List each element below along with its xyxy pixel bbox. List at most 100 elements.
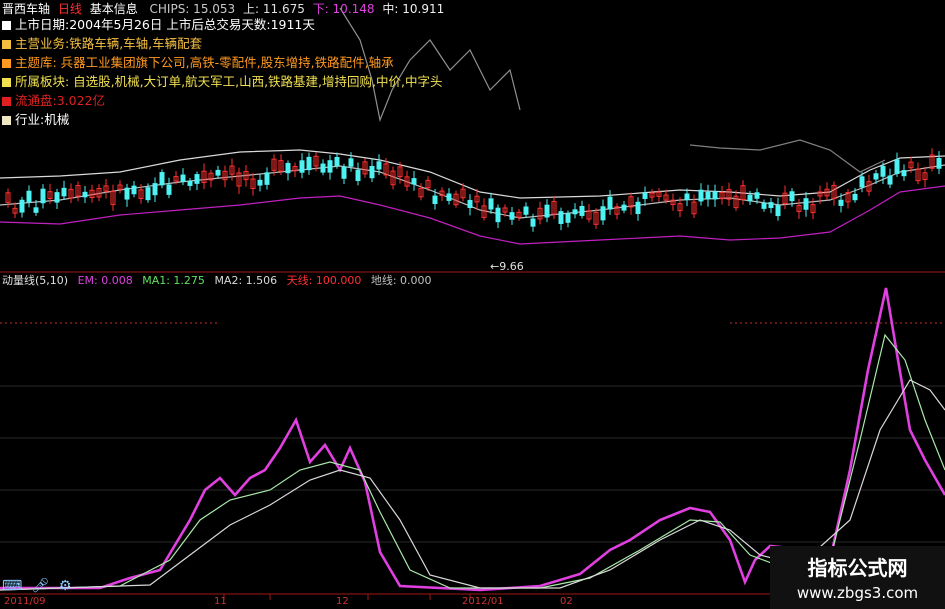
candle-body <box>880 165 886 177</box>
candle-body <box>495 207 501 223</box>
candle-body <box>180 174 186 182</box>
candle-body <box>698 189 704 202</box>
bullet-icon <box>2 21 11 30</box>
candle-body <box>33 207 39 213</box>
candle-body <box>446 193 452 201</box>
candle-body <box>215 169 221 176</box>
watermark-title: 指标公式网 <box>807 556 908 580</box>
date-tick: 12 <box>336 596 349 607</box>
info-main-business: 主营业务:铁路车辆,车轴,车辆配套 <box>2 37 442 56</box>
chart-header-bar: 晋西车轴 日线 基本信息 CHIPS: 15.053 上: 11.675 下: … <box>2 2 448 16</box>
extra-value: 地线: 0.000 <box>370 274 432 287</box>
candle-body <box>684 193 690 200</box>
candle-body <box>306 156 312 171</box>
candle-body <box>754 192 760 199</box>
candle-body <box>635 201 641 215</box>
date-tick: 11 <box>214 596 227 607</box>
candle-body <box>600 206 606 221</box>
candle-body <box>887 175 893 185</box>
bullet-icon <box>2 40 11 49</box>
bullet-icon <box>2 78 11 87</box>
candle-body <box>873 173 879 180</box>
candle-body <box>558 211 564 224</box>
candle-body <box>355 169 361 182</box>
candle-body <box>432 195 438 205</box>
lower-value: 下: 10.148 <box>312 2 375 16</box>
info-theme: 主题库: 兵器工业集团旗下公司,高铁-零配件,股东增持,铁路配件,轴承 <box>2 56 442 75</box>
candle-body <box>40 188 46 204</box>
candle-body <box>509 212 515 220</box>
candle-body <box>82 191 88 198</box>
stock-info-panel: 上市日期:2004年5月26日 上市后总交易天数:1911天 主营业务:铁路车辆… <box>2 18 442 132</box>
mic-icon[interactable]: 🎤︎ <box>32 578 50 594</box>
candle-body <box>152 183 158 196</box>
candle-body <box>894 159 900 175</box>
toolbar-icons: ⌨ 🎤︎ ⚙ <box>2 578 76 594</box>
watermark: 指标公式网 www.zbgs3.com <box>770 546 945 609</box>
candle-body <box>768 202 774 209</box>
candle-body <box>838 199 844 206</box>
candle-body <box>341 166 347 179</box>
em-value: EM: 0.008 <box>77 274 133 287</box>
candle-body <box>320 163 326 173</box>
stock-name[interactable]: 晋西车轴 <box>2 2 50 16</box>
info-tab[interactable]: 基本信息 <box>90 2 138 16</box>
candle-body <box>299 160 305 173</box>
candle-body <box>61 187 67 197</box>
candle-body <box>131 185 137 195</box>
candle-body <box>467 199 473 209</box>
candle-body <box>852 193 858 201</box>
candle-body <box>488 198 494 210</box>
candle-body <box>789 191 795 202</box>
candle-body <box>334 156 340 167</box>
em-line <box>0 287 945 592</box>
candle-body <box>642 192 648 200</box>
candle-body <box>901 170 907 177</box>
candle-body <box>803 198 809 210</box>
info-industry: 行业:机械 <box>2 113 442 132</box>
info-sectors: 所属板块: 自选股,机械,大订单,航天军工,山西,铁路基建,增持回购,中价,中字… <box>2 75 442 94</box>
candle-body <box>166 184 172 195</box>
candle-body <box>747 194 753 202</box>
ma2-value: MA2: 1.506 <box>214 274 278 287</box>
strength-value: 天线: 100.000 <box>286 274 362 287</box>
candle-body <box>124 187 130 200</box>
candle-body <box>194 174 200 184</box>
candle-body <box>523 206 529 215</box>
candle-body <box>264 172 270 185</box>
chips-profile-line <box>689 139 886 173</box>
middle-band-line <box>0 164 945 219</box>
keyboard-icon[interactable]: ⌨ <box>2 578 22 594</box>
candle-body <box>257 179 263 186</box>
date-tick: 02 <box>560 596 573 607</box>
candle-body <box>187 180 193 186</box>
date-tick: 2012/01 <box>462 596 504 607</box>
candle-body <box>285 162 291 174</box>
candle-body <box>572 209 578 215</box>
indicator-header: 动量线(5,10) EM: 0.008 MA1: 1.275 MA2: 1.50… <box>2 274 438 288</box>
bullet-icon <box>2 59 11 68</box>
bullet-icon <box>2 97 11 106</box>
candle-body <box>607 196 613 210</box>
candle-body <box>145 187 151 201</box>
info-list-date: 上市日期:2004年5月26日 上市后总交易天数:1911天 <box>2 18 442 37</box>
candle-body <box>936 157 942 169</box>
candle-body <box>26 190 32 203</box>
low-price-annotation: ←9.66 <box>490 260 524 273</box>
period-label[interactable]: 日线 <box>58 2 82 16</box>
candle-body <box>159 172 165 186</box>
mid-value: 中: 10.911 <box>382 2 445 16</box>
bullet-icon <box>2 116 11 125</box>
candle-body <box>621 204 627 211</box>
chips-value: CHIPS: 15.053 <box>149 2 236 16</box>
candle-body <box>859 176 865 188</box>
candle-body <box>530 218 536 227</box>
candle-body <box>544 204 550 218</box>
candle-body <box>579 205 585 216</box>
watermark-url: www.zbgs3.com <box>796 584 919 602</box>
candle-body <box>376 161 382 170</box>
indicator-name[interactable]: 动量线(5,10) <box>2 274 68 287</box>
gear-icon[interactable]: ⚙ <box>59 578 72 594</box>
info-float-cap: 流通盘:3.022亿 <box>2 94 442 113</box>
candle-body <box>705 191 711 200</box>
